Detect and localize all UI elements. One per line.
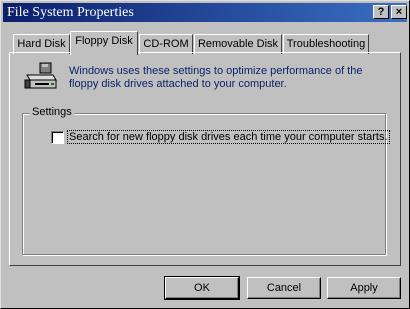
settings-group-label: Settings <box>29 106 75 118</box>
panel-description: Windows uses these settings to optimize … <box>69 65 363 90</box>
ok-button[interactable]: OK <box>164 276 240 300</box>
close-button[interactable]: × <box>391 5 407 19</box>
apply-button[interactable]: Apply <box>327 277 401 299</box>
tab-removable-disk[interactable]: Removable Disk <box>194 34 282 54</box>
tab-floppy-disk[interactable]: Floppy Disk <box>70 31 138 55</box>
help-button[interactable]: ? <box>373 5 389 19</box>
search-floppy-drives-label[interactable]: Search for new floppy disk drives each t… <box>67 130 390 144</box>
title-bar[interactable]: File System Properties ? × <box>3 3 407 22</box>
tab-troubleshooting[interactable]: Troubleshooting <box>283 34 369 54</box>
floppy-drive-icon <box>24 62 57 89</box>
file-system-properties-dialog: File System Properties ? × Hard Disk Flo… <box>0 0 410 309</box>
tab-hard-disk[interactable]: Hard Disk <box>13 34 70 54</box>
search-floppy-drives-checkbox[interactable] <box>51 131 64 144</box>
window-title: File System Properties <box>7 5 134 20</box>
tab-cd-rom[interactable]: CD-ROM <box>139 34 193 54</box>
cancel-button[interactable]: Cancel <box>247 277 321 299</box>
